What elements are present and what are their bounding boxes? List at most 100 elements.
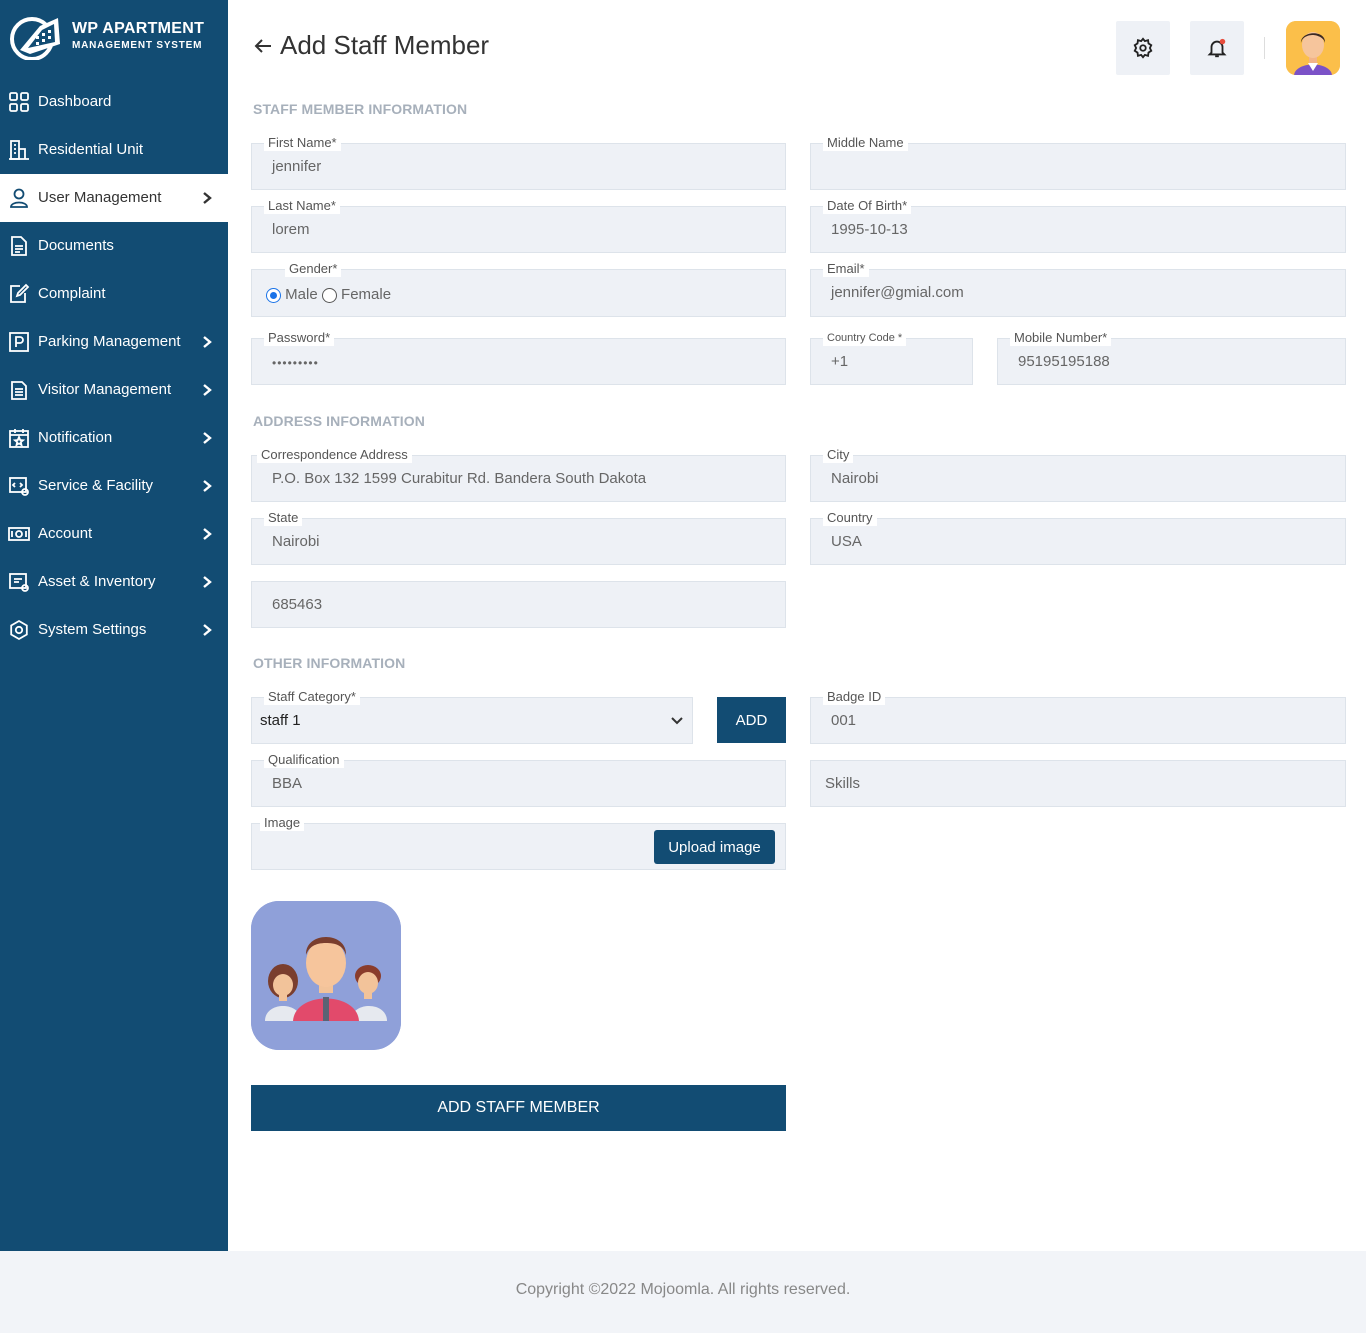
- address-label: Correspondence Address: [257, 447, 412, 463]
- sidebar-item-label: Account: [38, 525, 93, 542]
- section-title-other: OTHER INFORMATION: [253, 655, 406, 671]
- chevron-right-icon: [203, 384, 212, 396]
- copyright-text: Copyright ©2022 Mojoomla. All rights res…: [515, 1281, 851, 1298]
- page-title-text: Add Staff Member: [280, 30, 490, 60]
- chevron-right-icon: [203, 336, 212, 348]
- date-of-birth-value: 1995-10-13: [831, 221, 908, 238]
- sidebar-item-label: Dashboard: [38, 93, 112, 110]
- avatar[interactable]: [1286, 21, 1340, 75]
- building-logo-icon: [10, 17, 60, 60]
- sidebar-item-label: Service & Facility: [38, 477, 154, 494]
- upload-image-button[interactable]: Upload image: [654, 830, 775, 864]
- sidebar-item-asset-inventory[interactable]: Asset & Inventory: [0, 558, 228, 606]
- gender-field: Gender* Male Female: [251, 261, 786, 317]
- settings-button[interactable]: [1116, 21, 1170, 75]
- sidebar-item-label: Asset & Inventory: [38, 573, 156, 590]
- chevron-right-icon: [203, 576, 212, 588]
- footer: Copyright ©2022 Mojoomla. All rights res…: [0, 1251, 1366, 1333]
- add-staff-member-button[interactable]: ADD STAFF MEMBER: [251, 1085, 786, 1131]
- gender-female-radio[interactable]: [321, 287, 337, 303]
- city-label: City: [823, 447, 854, 463]
- middle-name-label: Middle Name: [823, 135, 908, 151]
- section-title-address: ADDRESS INFORMATION: [253, 413, 425, 429]
- sidebar-item-residential-unit[interactable]: Residential Unit: [0, 126, 228, 174]
- parking-icon: [9, 332, 29, 352]
- staff-group-icon: [251, 901, 401, 1050]
- zipcode-field[interactable]: 685463: [251, 581, 786, 628]
- chevron-right-icon: [203, 624, 212, 636]
- country-code-label: Country Code *: [823, 330, 907, 346]
- sidebar-item-system-settings[interactable]: System Settings: [0, 606, 228, 654]
- country-code-field[interactable]: Country Code * +1: [810, 330, 973, 385]
- arrow-left-icon[interactable]: [252, 35, 274, 57]
- brand-title: WP APARTMENT: [72, 20, 205, 37]
- skills-field[interactable]: Skills: [810, 760, 1346, 807]
- sidebar-item-user-management[interactable]: User Management: [0, 174, 228, 222]
- password-field[interactable]: Password* •••••••••: [251, 330, 786, 385]
- country-label: Country: [823, 510, 877, 526]
- chevron-right-icon: [203, 480, 212, 492]
- mobile-number-label: Mobile Number*: [1010, 330, 1112, 346]
- skills-placeholder: Skills: [825, 775, 861, 792]
- chevron-right-icon: [203, 432, 212, 444]
- country-field[interactable]: Country USA: [810, 510, 1346, 565]
- user-icon: [10, 188, 28, 208]
- city-field[interactable]: City Nairobi: [810, 447, 1346, 502]
- state-field[interactable]: State Nairobi: [251, 510, 786, 565]
- sidebar-item-label: Complaint: [38, 285, 106, 302]
- page-title: Add Staff Member: [252, 30, 489, 61]
- sidebar-nav: Dashboard Residential Unit User Manageme…: [0, 78, 228, 654]
- qualification-field[interactable]: Qualification BBA: [251, 752, 786, 807]
- email-label: Email*: [823, 261, 869, 277]
- notification-button[interactable]: [1190, 21, 1244, 75]
- address-field[interactable]: Correspondence Address P.O. Box 132 1599…: [251, 447, 786, 502]
- sidebar-item-complaint[interactable]: Complaint: [0, 270, 228, 318]
- gender-female-label: Female: [341, 286, 392, 303]
- edit-icon: [10, 283, 30, 303]
- sidebar-item-documents[interactable]: Documents: [0, 222, 228, 270]
- mobile-number-value: 95195195188: [1018, 353, 1110, 370]
- app-logo[interactable]: WP APARTMENT MANAGEMENT SYSTEM: [10, 12, 220, 62]
- mobile-number-field[interactable]: Mobile Number* 95195195188: [997, 330, 1346, 385]
- password-label: Password*: [264, 330, 335, 346]
- document-icon: [11, 236, 27, 256]
- last-name-label: Last Name*: [264, 198, 340, 214]
- first-name-label: First Name*: [264, 135, 341, 151]
- calendar-star-icon: [9, 429, 29, 448]
- sidebar-item-parking-management[interactable]: Parking Management: [0, 318, 228, 366]
- sidebar: WP APARTMENT MANAGEMENT SYSTEM Dashboard…: [0, 0, 228, 1251]
- qualification-label: Qualification: [264, 752, 344, 768]
- sidebar-item-label: Notification: [38, 429, 113, 446]
- gender-male-radio[interactable]: [266, 287, 281, 303]
- staff-category-label: Staff Category*: [264, 689, 360, 705]
- state-label: State: [264, 510, 303, 526]
- sidebar-item-notification[interactable]: Notification: [0, 414, 228, 462]
- building-icon: [9, 140, 29, 160]
- image-label: Image: [260, 815, 305, 831]
- staff-category-select[interactable]: Staff Category* staff 1: [251, 689, 693, 744]
- gender-options: Male Female: [266, 286, 391, 303]
- sidebar-item-label: Visitor Management: [38, 381, 172, 398]
- middle-name-field[interactable]: Middle Name: [810, 135, 1346, 190]
- country-code-value: +1: [831, 353, 849, 370]
- date-of-birth-field[interactable]: Date Of Birth* 1995-10-13: [810, 198, 1346, 253]
- email-field[interactable]: Email* jennifer@gmial.com: [810, 261, 1346, 317]
- chevron-right-icon: [203, 528, 212, 540]
- badge-id-field[interactable]: Badge ID 001: [810, 689, 1346, 744]
- sidebar-item-label: Parking Management: [38, 333, 181, 350]
- sidebar-item-visitor-management[interactable]: Visitor Management: [0, 366, 228, 414]
- asset-icon: [9, 573, 29, 592]
- sidebar-item-account[interactable]: Account: [0, 510, 228, 558]
- add-category-button[interactable]: ADD: [717, 697, 786, 743]
- image-upload-field: Image Upload image: [251, 815, 786, 870]
- last-name-value: lorem: [272, 221, 310, 238]
- settings-icon: [10, 619, 28, 641]
- last-name-field[interactable]: Last Name* lorem: [251, 198, 786, 253]
- sidebar-item-dashboard[interactable]: Dashboard: [0, 78, 228, 126]
- gear-icon: [1133, 37, 1153, 59]
- gender-label: Gender*: [285, 261, 342, 277]
- header-divider: [1264, 37, 1265, 59]
- sidebar-item-service-facility[interactable]: Service & Facility: [0, 462, 228, 510]
- address-value: P.O. Box 132 1599 Curabitur Rd. Bandera …: [272, 470, 647, 487]
- first-name-field[interactable]: First Name* jennifer: [251, 135, 786, 190]
